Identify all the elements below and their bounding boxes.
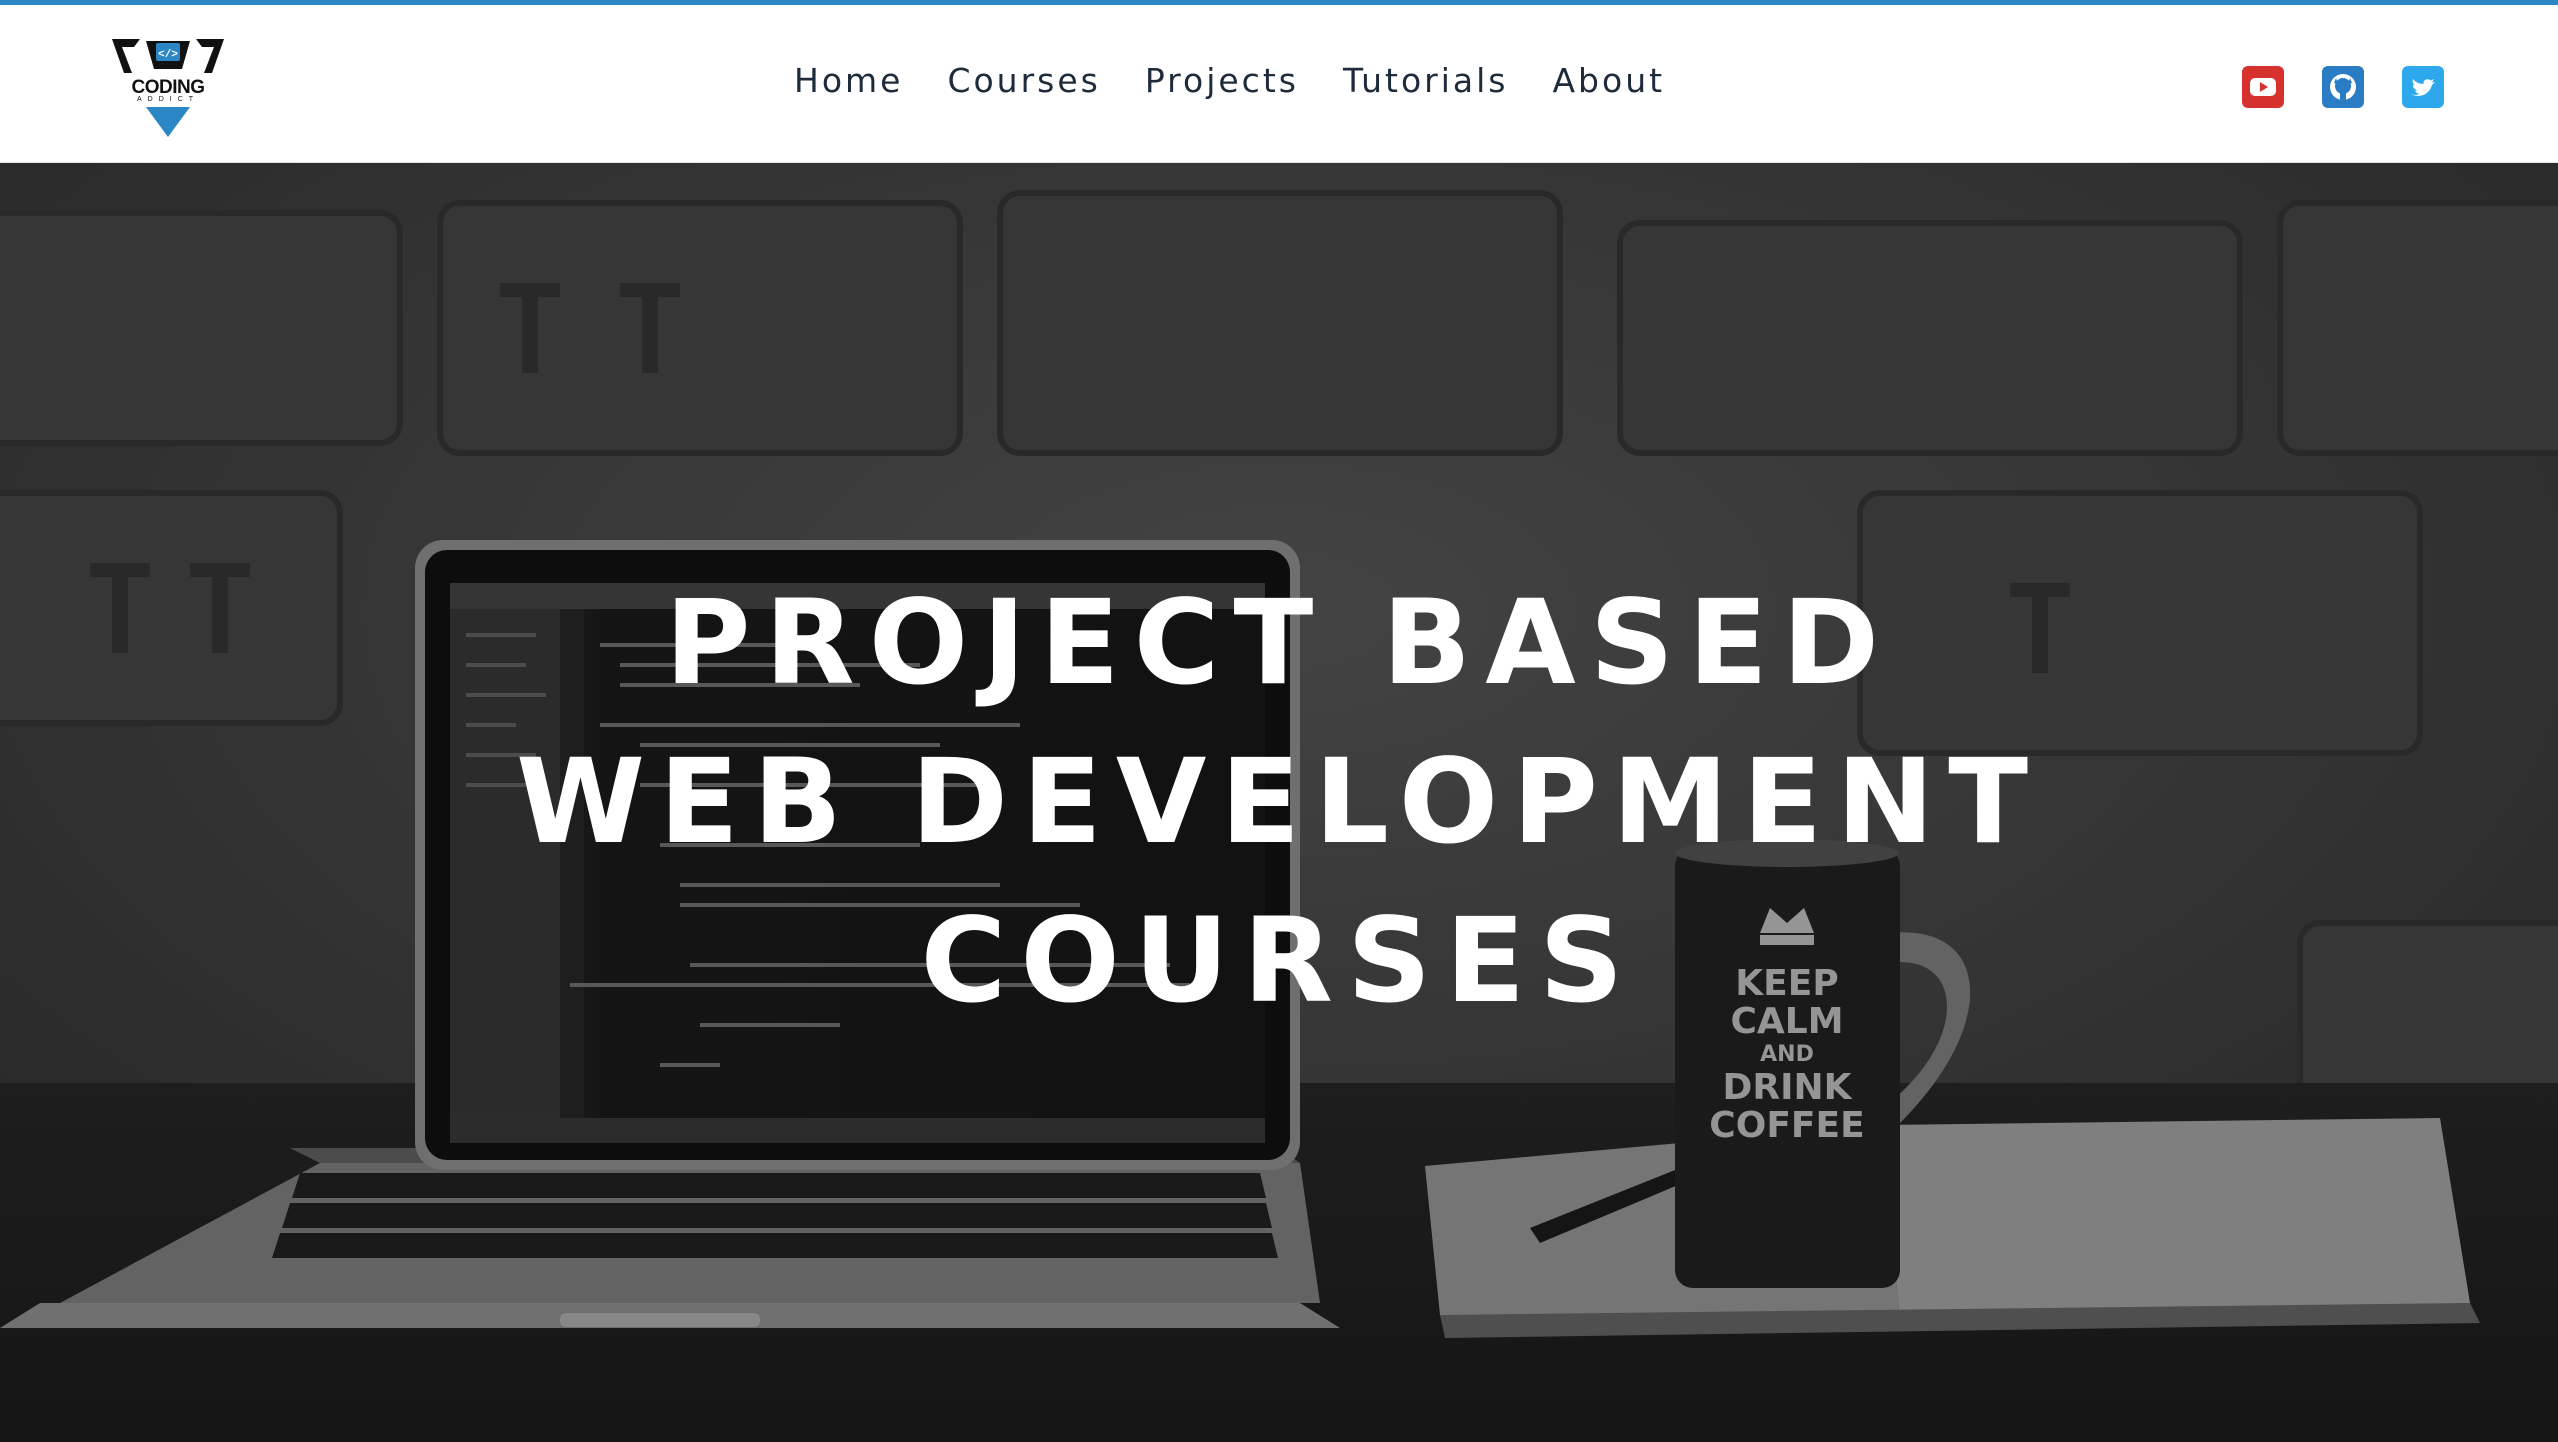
nav-projects-link[interactable]: Projects (1145, 61, 1299, 100)
nav-home-link[interactable]: Home (794, 61, 903, 100)
hero-title-line-1: PROJECT BASED (664, 574, 1894, 711)
svg-text:</>: </> (158, 49, 178, 61)
nav-tutorials-link[interactable]: Tutorials (1343, 61, 1509, 100)
coding-addict-logo[interactable]: </> CODING ADDICT (110, 35, 226, 139)
social-links (2242, 66, 2444, 108)
hero-title-line-3: COURSES (920, 892, 1638, 1029)
hero-section: KEEP CALM AND DRINK COFFEE PROJECT BASED… (0, 163, 2558, 1442)
youtube-icon[interactable] (2242, 66, 2284, 108)
logo-text-addict: ADDICT (136, 96, 200, 103)
nav-about-link[interactable]: About (1552, 61, 1665, 100)
hero-title: PROJECT BASED WEB DEVELOPMENT COURSES (0, 563, 2558, 1040)
github-icon[interactable] (2322, 66, 2364, 108)
hero-title-line-2: WEB DEVELOPMENT (515, 733, 2043, 870)
main-nav: Home Courses Projects Tutorials About (794, 61, 1665, 100)
navbar: </> CODING ADDICT Home Courses Projects … (0, 5, 2558, 163)
twitter-icon[interactable] (2402, 66, 2444, 108)
nav-courses-link[interactable]: Courses (947, 61, 1100, 100)
